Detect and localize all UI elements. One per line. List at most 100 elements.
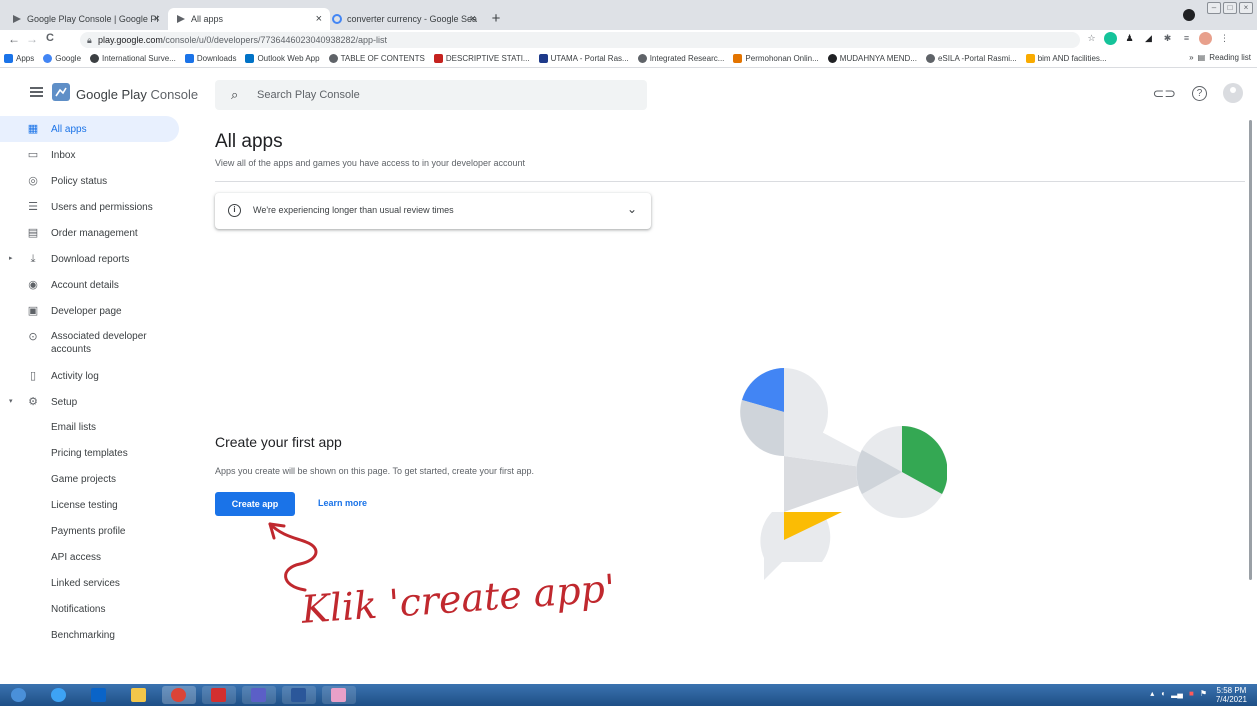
bim-icon	[1025, 54, 1035, 63]
grammarly-icon[interactable]	[1104, 32, 1117, 45]
learn-more-link[interactable]: Learn more	[318, 498, 367, 508]
taskbar-word[interactable]	[282, 686, 316, 704]
sidebar-item-payments-profile[interactable]: Payments profile	[51, 519, 125, 545]
search-icon: ⌕	[231, 87, 239, 102]
sidebar-item-license-testing[interactable]: License testing	[51, 493, 118, 519]
forward-icon[interactable]: →	[26, 32, 38, 46]
sidebar-item-email-lists[interactable]: Email lists	[51, 415, 96, 441]
volume-icon[interactable]: ◖	[1160, 689, 1165, 698]
sidebar-item-download-reports[interactable]: ▸ ⤓ Download reports	[0, 246, 179, 272]
developer-page-icon: ▣	[27, 305, 39, 317]
taskbar-explorer[interactable]	[122, 686, 156, 704]
taskbar-outlook[interactable]	[82, 686, 116, 704]
reading-list-button[interactable]: » ▤ Reading list	[1189, 53, 1251, 62]
system-clock[interactable]: 5:58 PM 7/4/2021	[1216, 686, 1247, 704]
document-icon	[433, 54, 443, 63]
sidebar-item-notifications[interactable]: Notifications	[51, 597, 105, 623]
bookmark-item[interactable]: UTAMA - Portal Ras...	[538, 54, 629, 63]
empty-state-description: Apps you create will be shown on this pa…	[215, 466, 535, 476]
tab-close-icon[interactable]: ×	[316, 13, 322, 25]
new-tab-button[interactable]: +	[488, 11, 504, 27]
extension-a-icon[interactable]: ♟	[1123, 32, 1136, 45]
media-queue-icon[interactable]: ≡	[1180, 32, 1193, 45]
scrollbar[interactable]	[1249, 120, 1252, 580]
bookmark-item[interactable]: Outlook Web App	[245, 54, 320, 63]
sidebar-item-label: Download reports	[51, 253, 130, 265]
collapse-caret-icon[interactable]: ▾	[9, 397, 13, 405]
sidebar-item-api-access[interactable]: API access	[51, 545, 101, 571]
tab-close-icon[interactable]: ×	[154, 13, 160, 25]
expand-caret-icon[interactable]: ▸	[9, 254, 13, 262]
sidebar-item-label: Users and permissions	[51, 201, 153, 213]
flag-icon[interactable]: ⚑	[1200, 689, 1207, 698]
reload-icon[interactable]: C	[46, 32, 54, 44]
extension-b-icon[interactable]: ◢	[1142, 32, 1155, 45]
sidebar-item-setup[interactable]: ▾ ⚙ Setup	[0, 389, 179, 415]
taskbar-chrome[interactable]	[162, 686, 196, 704]
back-icon[interactable]: ←	[8, 32, 20, 46]
sidebar-item-game-projects[interactable]: Game projects	[51, 467, 116, 493]
sidebar-item-users-permissions[interactable]: ☰ Users and permissions	[0, 194, 179, 220]
sidebar-item-order-management[interactable]: ▤ Order management	[0, 220, 179, 246]
address-bar[interactable]: 🔒︎ play.google.com/console/u/0/developer…	[80, 32, 1080, 48]
bookmark-item[interactable]: Apps	[4, 54, 34, 63]
account-avatar[interactable]	[1223, 83, 1243, 103]
sidebar-item-developer-page[interactable]: ▣ Developer page	[0, 298, 179, 324]
bookmark-item[interactable]: DESCRIPTIVE STATI...	[433, 54, 530, 63]
reading-list-icon: ▤	[1197, 53, 1206, 62]
bookmark-item[interactable]: MUDAHNYA MEND...	[827, 54, 917, 63]
search-input[interactable]: ⌕ Search Play Console	[215, 80, 647, 110]
browser-profile-icon[interactable]	[1183, 9, 1195, 21]
sidebar-item-benchmarking[interactable]: Benchmarking	[51, 623, 115, 649]
menu-kebab-icon[interactable]: ⋮	[1218, 32, 1231, 45]
close-window-icon[interactable]: ×	[1239, 2, 1253, 14]
maximize-icon[interactable]: □	[1223, 2, 1237, 14]
network-icon[interactable]: ▂▄	[1171, 689, 1183, 698]
taskbar-ie[interactable]	[42, 686, 76, 704]
sidebar-item-pricing-templates[interactable]: Pricing templates	[51, 441, 128, 467]
sidebar-item-all-apps[interactable]: ▦ All apps	[0, 116, 179, 142]
minimize-icon[interactable]: –	[1207, 2, 1221, 14]
tab-label: Google Play Console | Google Pl	[27, 14, 159, 24]
bookmark-item[interactable]: bim AND facilities...	[1025, 54, 1107, 63]
help-icon[interactable]: ?	[1192, 85, 1207, 101]
sidebar-item-account-details[interactable]: ◉ Account details	[0, 272, 179, 298]
download-icon: ⤓	[30, 253, 36, 265]
more-bookmarks-icon[interactable]: »	[1189, 53, 1193, 62]
taskbar-acrobat[interactable]	[202, 686, 236, 704]
menu-icon[interactable]	[30, 87, 43, 97]
tab-all-apps[interactable]: All apps ×	[168, 8, 330, 30]
chevron-down-icon[interactable]: ⌄	[627, 202, 637, 216]
bookmark-item[interactable]: TABLE OF CONTENTS	[328, 54, 425, 63]
bookmark-item[interactable]: Permohonan Onlin...	[733, 54, 819, 63]
bookmark-item[interactable]: Downloads	[184, 54, 236, 63]
tab-close-icon[interactable]: ×	[470, 13, 476, 25]
sidebar-item-policy-status[interactable]: ◎ Policy status	[0, 168, 179, 194]
review-times-banner[interactable]: i We're experiencing longer than usual r…	[215, 193, 651, 229]
bookmark-item[interactable]: eSILA -Portal Rasmi...	[925, 54, 1017, 63]
google-icon	[43, 54, 53, 63]
sidebar-item-activity-log[interactable]: ▯ Activity log	[0, 363, 179, 389]
sidebar-item-inbox[interactable]: ▭ Inbox	[0, 142, 179, 168]
star-icon[interactable]: ☆	[1085, 32, 1098, 45]
console-header: Google Play Console ⌕ Search Play Consol…	[0, 69, 1257, 121]
sidebar-item-associated-accounts[interactable]: ⊙ Associated developer accounts	[0, 324, 179, 362]
sidebar-item-label: Associated developer accounts	[51, 331, 147, 355]
tray-app-icon[interactable]: ■	[1189, 689, 1194, 698]
globe-icon	[328, 54, 338, 63]
profile-avatar-icon[interactable]	[1199, 32, 1212, 45]
tray-arrow-icon[interactable]: ▴	[1150, 689, 1154, 698]
taskbar-teams[interactable]	[242, 686, 276, 704]
sidebar-item-linked-services[interactable]: Linked services	[51, 571, 120, 597]
bookmarks-bar: Apps Google International Surve... Downl…	[0, 50, 1257, 68]
bookmark-item[interactable]: International Surve...	[90, 54, 176, 63]
tab-converter-currency[interactable]: converter currency - Google Sea ×	[324, 8, 484, 30]
taskbar-paint[interactable]	[322, 686, 356, 704]
link-icon[interactable]: ⊂⊃	[1153, 85, 1176, 102]
tab-play-console[interactable]: Google Play Console | Google Pl ×	[4, 8, 168, 30]
extensions-puzzle-icon[interactable]: ✱	[1161, 32, 1174, 45]
bookmark-item[interactable]: Integrated Researc...	[637, 54, 724, 63]
create-app-button[interactable]: Create app	[215, 492, 295, 516]
bookmark-item[interactable]: Google	[43, 54, 81, 63]
start-button[interactable]	[2, 686, 36, 704]
